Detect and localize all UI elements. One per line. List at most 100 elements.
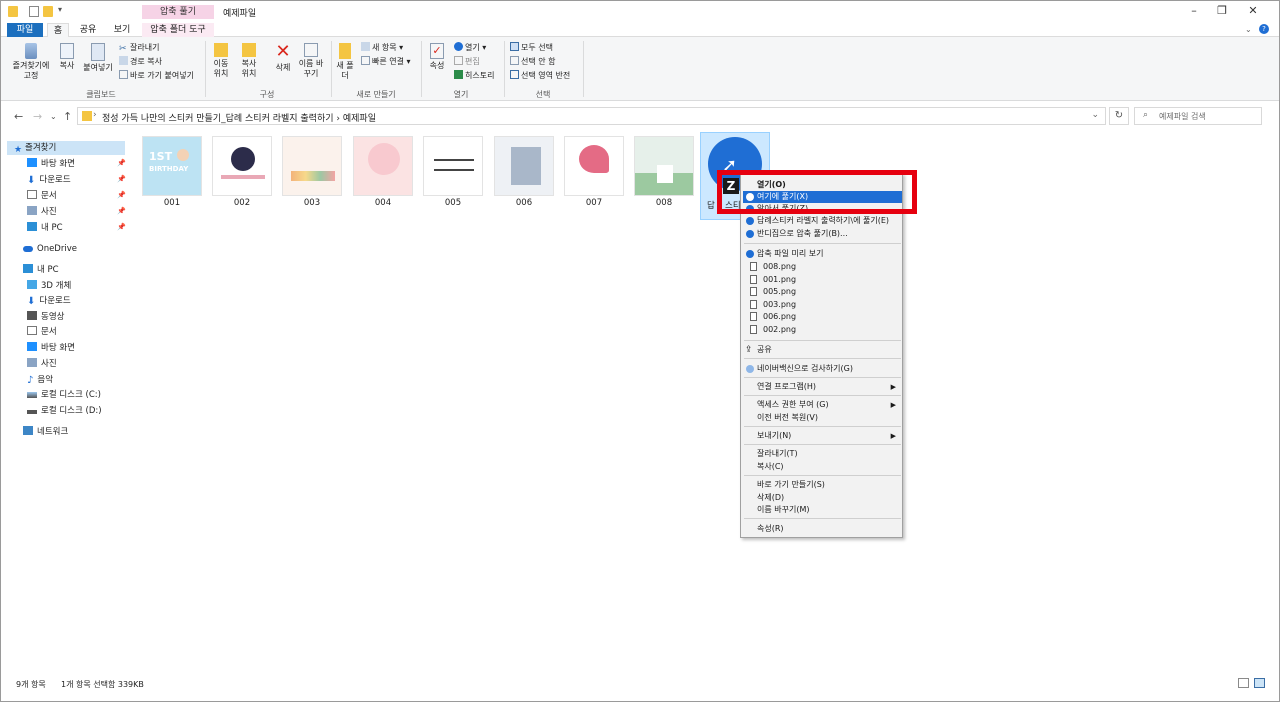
- file-item[interactable]: 008: [630, 134, 694, 212]
- menu-item-share[interactable]: ⇪ 공유: [743, 344, 902, 356]
- address-input[interactable]: › 정성 가득 나만의 스티커 만들기_답례 스티커 라벨지 출력하기 › 예제…: [77, 107, 1106, 125]
- open-button[interactable]: 열기 ▾: [454, 42, 486, 54]
- tab-share[interactable]: 공유: [75, 23, 101, 37]
- paste-button[interactable]: 붙여넣기: [81, 43, 115, 73]
- menu-item-create-shortcut[interactable]: 바로 가기 만들기(S): [743, 479, 902, 491]
- menu-preview-file[interactable]: 002.png: [743, 324, 902, 336]
- copy-path-button[interactable]: 경로 복사: [119, 56, 162, 68]
- nav-pictures[interactable]: 사진: [27, 205, 57, 219]
- nav-pc-downloads[interactable]: ⬇ 다운로드: [27, 294, 71, 308]
- pin-to-quick-access-button[interactable]: 즐겨찾기에 고정: [9, 43, 53, 81]
- menu-item-extract-folder[interactable]: 답례스티커 라벨지 출력하기\에 풀기(E): [743, 215, 902, 227]
- menu-item-bandizip-extract[interactable]: 반디집으로 압축 풀기(B)...: [743, 228, 902, 240]
- menu-item-open-with[interactable]: 연결 프로그램(H) ▶: [743, 381, 902, 393]
- file-item[interactable]: 005: [419, 134, 483, 212]
- search-placeholder: 예제파일 검색: [1159, 112, 1206, 121]
- forward-arrow-icon[interactable]: →: [33, 110, 42, 123]
- nav-onedrive[interactable]: OneDrive: [23, 242, 77, 256]
- paste-shortcut-button[interactable]: 바로 가기 붙여넣기: [119, 70, 194, 82]
- nav-music[interactable]: ♪ 음악: [27, 373, 53, 387]
- file-item[interactable]: 002: [208, 134, 272, 212]
- refresh-icon[interactable]: ↻: [1109, 107, 1129, 125]
- details-view-icon[interactable]: [1238, 678, 1249, 688]
- nav-this-pc-quick[interactable]: 내 PC: [27, 221, 63, 235]
- menu-item-delete[interactable]: 삭제(D): [743, 492, 902, 504]
- menu-item-send-to[interactable]: 보내기(N) ▶: [743, 430, 902, 442]
- menu-item-cut[interactable]: 잘라내기(T): [743, 448, 902, 460]
- menu-preview-file[interactable]: 005.png: [743, 286, 902, 298]
- menu-cut-label: 잘라내기(T): [757, 449, 798, 458]
- menu-item-preview[interactable]: 압축 파일 미리 보기: [743, 248, 902, 260]
- rename-button[interactable]: 이름 바꾸기: [297, 43, 325, 79]
- file-item[interactable]: 004: [349, 134, 413, 212]
- nav-this-pc-label: 내 PC: [37, 265, 59, 275]
- history-button[interactable]: 히스토리: [454, 70, 494, 82]
- close-icon[interactable]: ✕: [1246, 5, 1260, 17]
- menu-item-naver-vaccine[interactable]: 네이버백신으로 검사하기(G): [743, 363, 902, 375]
- nav-pc-documents[interactable]: 문서: [27, 325, 57, 339]
- breadcrumb[interactable]: 정성 가득 나만의 스티커 만들기_답례 스티커 라벨지 출력하기 › 예제파일: [102, 111, 376, 124]
- menu-item-rename[interactable]: 이름 바꾸기(M): [743, 504, 902, 516]
- select-all-button[interactable]: 모두 선택: [510, 42, 553, 54]
- invert-selection-button[interactable]: 선택 영역 반전: [510, 70, 570, 82]
- nav-videos[interactable]: 동영상: [27, 310, 64, 324]
- help-icon[interactable]: ?: [1259, 24, 1269, 34]
- search-input[interactable]: ⌕ 예제파일 검색: [1134, 107, 1262, 125]
- nav-drive-c[interactable]: 로컬 디스크 (C:): [27, 388, 101, 402]
- recent-dropdown-icon[interactable]: ⌄: [50, 112, 57, 121]
- tab-compressed-tools[interactable]: 압축 폴더 도구: [142, 23, 214, 37]
- nav-quick-access[interactable]: ★ 즐겨찾기: [7, 141, 125, 155]
- new-folder-button[interactable]: 새 폴더: [335, 43, 355, 81]
- copy-to-button[interactable]: 복사 위치: [237, 43, 261, 79]
- file-item[interactable]: 006: [490, 134, 554, 212]
- back-arrow-icon[interactable]: ←: [14, 110, 23, 123]
- move-to-button[interactable]: 이동 위치: [209, 43, 233, 79]
- file-item[interactable]: 1ST BIRTHDAY 001: [138, 134, 202, 212]
- nav-desktop[interactable]: 바탕 화면: [27, 157, 75, 171]
- delete-button[interactable]: ✕ 삭제: [271, 43, 295, 73]
- copy-button[interactable]: 복사: [55, 43, 79, 71]
- minimize-icon[interactable]: –: [1187, 5, 1201, 17]
- menu-item-give-access[interactable]: 액세스 권한 부여 (G) ▶: [743, 399, 902, 411]
- properties-check-icon[interactable]: [29, 6, 39, 17]
- nav-3d-objects[interactable]: 3D 개체: [27, 279, 71, 293]
- menu-preview-file[interactable]: 001.png: [743, 274, 902, 286]
- new-item-button[interactable]: 새 항목 ▾: [361, 42, 403, 54]
- nav-documents[interactable]: 문서: [27, 189, 57, 203]
- tab-file[interactable]: 파일: [7, 23, 43, 37]
- thumbnail-couple-2: [353, 136, 413, 196]
- cut-button[interactable]: ✂ 잘라내기: [119, 42, 159, 54]
- folder-icon: [8, 6, 18, 17]
- properties-button[interactable]: ✓ 속성: [425, 43, 449, 71]
- file-item[interactable]: 007: [560, 134, 624, 212]
- file-item[interactable]: 003: [278, 134, 342, 212]
- invert-selection-icon: [510, 70, 519, 79]
- menu-item-copy[interactable]: 복사(C): [743, 461, 902, 473]
- tab-home[interactable]: 홈: [47, 23, 69, 37]
- status-selection: 1개 항목 선택함 339KB: [61, 680, 144, 689]
- menu-item-properties[interactable]: 속성(R): [743, 523, 902, 535]
- delete-x-icon: ✕: [275, 41, 291, 62]
- nav-drive-d[interactable]: 로컬 디스크 (D:): [27, 404, 102, 418]
- large-icons-view-icon[interactable]: [1254, 678, 1265, 688]
- nav-downloads[interactable]: ⬇ 다운로드: [27, 173, 71, 187]
- edit-button[interactable]: 편집: [454, 56, 480, 68]
- menu-preview-file[interactable]: 008.png: [743, 261, 902, 273]
- menu-item-restore-versions[interactable]: 이전 버전 복원(V): [743, 412, 902, 424]
- select-none-button[interactable]: 선택 안 함: [510, 56, 556, 68]
- menu-preview-file[interactable]: 003.png: [743, 299, 902, 311]
- nav-pc-pictures[interactable]: 사진: [27, 357, 57, 371]
- menu-preview-file[interactable]: 006.png: [743, 311, 902, 323]
- nav-pc-desktop[interactable]: 바탕 화면: [27, 341, 75, 355]
- maximize-icon[interactable]: ❐: [1215, 5, 1229, 17]
- address-dropdown-icon[interactable]: ⌄: [1091, 110, 1099, 120]
- nav-this-pc[interactable]: 내 PC: [23, 263, 59, 277]
- easy-access-button[interactable]: 빠른 연결 ▾: [361, 56, 411, 68]
- quick-access-dropdown-icon[interactable]: ▾: [58, 5, 62, 14]
- collapse-ribbon-icon[interactable]: ⌄: [1245, 25, 1252, 34]
- new-folder-icon[interactable]: [43, 6, 53, 17]
- thumbnail-flower: [564, 136, 624, 196]
- up-arrow-icon[interactable]: ↑: [63, 110, 72, 123]
- tab-view[interactable]: 보기: [109, 23, 135, 37]
- nav-network[interactable]: 네트워크: [23, 425, 68, 439]
